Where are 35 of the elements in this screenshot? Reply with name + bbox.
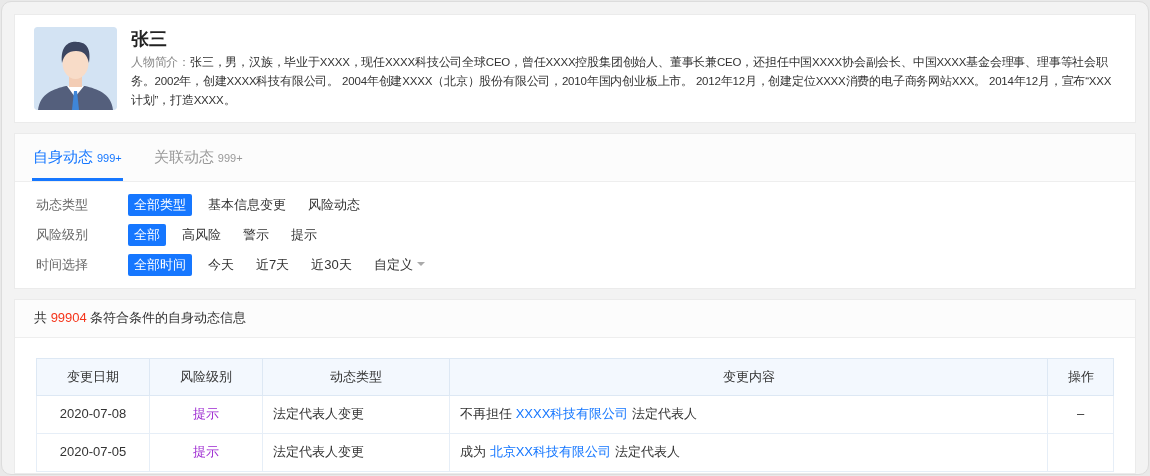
filter-option[interactable]: 风险动态 [302, 193, 366, 216]
filter-option[interactable]: 高风险 [176, 223, 227, 246]
company-link[interactable]: 北京XX科技有限公司 [489, 444, 611, 460]
column-header: 动态类型 [262, 358, 450, 395]
change-content: 成为 北京XX科技有限公司 法定代表人 [460, 444, 680, 460]
column-header: 操作 [1047, 358, 1114, 395]
company-link[interactable]: XXXX科技有限公司 [515, 406, 629, 422]
filter-option[interactable]: 基本信息变更 [202, 193, 292, 216]
tab[interactable]: 自身动态 999+ [32, 134, 123, 181]
filter-option[interactable]: 全部 [128, 223, 166, 246]
filter-option[interactable]: 提示 [285, 223, 323, 246]
filter-label: 风险级别 [36, 225, 89, 244]
filter-label: 时间选择 [36, 255, 89, 274]
filter-label: 动态类型 [36, 195, 89, 214]
table-cell: 2020-07-05 [36, 433, 150, 471]
filter-option[interactable]: 全部时间 [128, 253, 192, 276]
filter-option[interactable]: 今天 [202, 253, 240, 276]
filter-option[interactable]: 近7天 [250, 253, 296, 276]
risk-level: 提示 [149, 395, 263, 433]
person-name: 张三 [131, 28, 168, 51]
risk-level: 提示 [149, 433, 263, 471]
column-header: 变更日期 [36, 358, 150, 395]
table-cell: 法定代表人变更 [262, 395, 450, 433]
column-header: 风险级别 [149, 358, 263, 395]
filter-option[interactable]: 近30天 [305, 253, 358, 276]
filter-option[interactable]: 警示 [237, 223, 275, 246]
result-summary: 共 99904 条符合条件的自身动态信息 [34, 309, 247, 328]
table-cell: 法定代表人变更 [262, 433, 450, 471]
column-header: 变更内容 [449, 358, 1048, 395]
change-content: 不再担任 XXXX科技有限公司 法定代表人 [460, 406, 697, 422]
person-bio: 人物简介：张三，男，汉族，毕业于XXXX，现任XXXX科技公司全球CEO，曾任XXXX控股集团创始人、董事长兼CEO，还担任中国XXXX协会副会长、中国XXXX基金会理事、理事等社会职务。2002年，创建XXXX科技有限公司。 2004年创建XXXX（北京）股份有限公司，2010年国内创业板上市。 2012年12月，创建定位XXXX消费的电子商务网站XXX。 2014年12月，宣布“XXX计划”，打造XXXX。 [131, 55, 1113, 108]
filter-option[interactable]: 全部类型 [128, 193, 192, 216]
filter-option[interactable]: 自定义 [367, 253, 431, 276]
table-cell: 2020-07-08 [36, 395, 150, 433]
table-cell: – [1047, 395, 1114, 433]
